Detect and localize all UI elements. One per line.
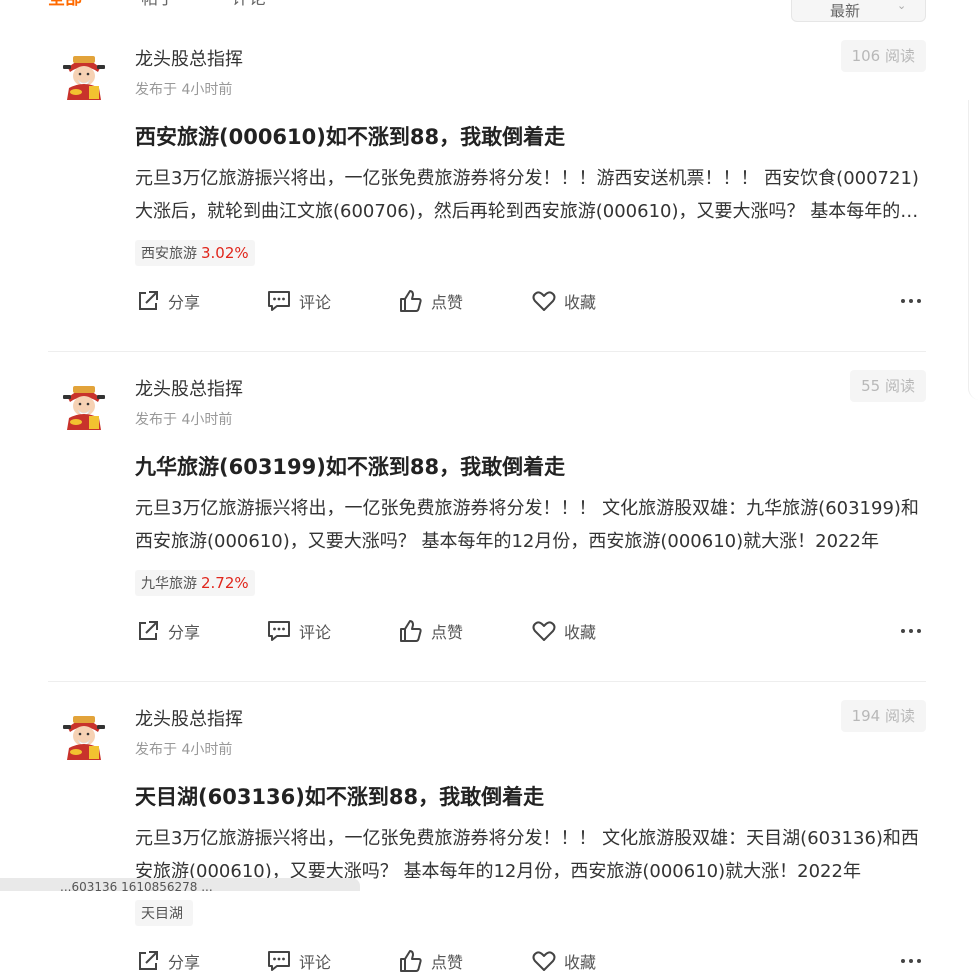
share-icon: [139, 951, 158, 970]
post-excerpt[interactable]: 元旦3万亿旅游振兴将出，一亿张免费旅游券将分发！！！游西安送机票！！！ 西安饮食…: [135, 162, 926, 228]
more-button[interactable]: [896, 616, 926, 646]
share-label: 分享: [168, 953, 201, 972]
author-name[interactable]: 龙头股总指挥: [135, 378, 243, 402]
post-title[interactable]: 西安旅游(000610)如不涨到88，我敢倒着走: [135, 122, 926, 152]
heart-icon: [532, 291, 556, 311]
stock-tag-name: 西安旅游: [141, 246, 197, 262]
tab-posts[interactable]: 帖子: [141, 0, 175, 10]
tab-all[interactable]: 全部: [48, 0, 82, 10]
stock-tag[interactable]: 九华旅游 2.72%: [135, 570, 255, 596]
stock-tag-name: 九华旅游: [141, 576, 197, 592]
thumbs-up-icon: [400, 620, 422, 642]
like-label: 点赞: [431, 953, 464, 972]
favorite-button[interactable]: 收藏: [531, 946, 596, 976]
post-excerpt[interactable]: 元旦3万亿旅游振兴将出，一亿张免费旅游券将分发！！！ 文化旅游股双雄：九华旅游(…: [135, 492, 926, 558]
comment-icon: [268, 621, 290, 641]
comment-button[interactable]: 评论: [266, 286, 331, 316]
like-button[interactable]: 点赞: [398, 946, 463, 976]
favorite-label: 收藏: [564, 623, 597, 642]
post-card: 龙头股总指挥 发布于 4小时前 55 阅读 九华旅游(603199)如不涨到88…: [48, 352, 926, 682]
comment-icon: [268, 951, 290, 971]
like-button[interactable]: 点赞: [398, 616, 463, 646]
share-icon: [139, 621, 158, 640]
comment-label: 评论: [299, 953, 332, 972]
status-overlay-text: ...603136 1610856278 ...: [60, 880, 213, 891]
comment-icon: [268, 291, 290, 311]
comment-label: 评论: [299, 293, 332, 312]
more-dots-icon: [901, 959, 921, 963]
chevron-down-icon: ⌄: [897, 0, 907, 12]
stock-tag-change: 2.72%: [201, 574, 249, 592]
thumbs-up-icon: [400, 950, 422, 972]
tab-comments[interactable]: 评论: [232, 0, 266, 10]
heart-icon: [532, 951, 556, 971]
like-label: 点赞: [431, 623, 464, 642]
read-count-badge: 55 阅读: [850, 370, 926, 402]
more-button[interactable]: [896, 946, 926, 976]
favorite-button[interactable]: 收藏: [531, 616, 596, 646]
post-actions: 分享 评论 点赞 收藏: [135, 286, 926, 316]
thumbs-up-icon: [400, 290, 422, 312]
avatar[interactable]: [56, 378, 112, 434]
author-name[interactable]: 龙头股总指挥: [135, 708, 243, 732]
stock-tag-change: 3.02%: [201, 244, 249, 262]
post-card: 龙头股总指挥 发布于 4小时前 106 阅读 西安旅游(000610)如不涨到8…: [48, 22, 926, 352]
post-feed: 龙头股总指挥 发布于 4小时前 106 阅读 西安旅游(000610)如不涨到8…: [48, 22, 926, 972]
share-icon: [139, 291, 158, 310]
stock-tag[interactable]: 天目湖: [135, 900, 193, 926]
post-actions: 分享 评论 点赞 收藏: [135, 616, 926, 646]
share-label: 分享: [168, 293, 201, 312]
heart-icon: [532, 621, 556, 641]
filter-bar: 全部 帖子 评论 最新 ⌄: [0, 0, 978, 22]
read-count-badge: 106 阅读: [840, 40, 926, 72]
more-button[interactable]: [896, 286, 926, 316]
stock-tag[interactable]: 西安旅游 3.02%: [135, 240, 255, 266]
post-actions: 分享 评论 点赞 收藏: [135, 946, 926, 976]
favorite-button[interactable]: 收藏: [531, 286, 596, 316]
post-title[interactable]: 九华旅游(603199)如不涨到88，我敢倒着走: [135, 452, 926, 482]
sort-dropdown-value: 最新: [830, 2, 861, 20]
more-dots-icon: [901, 629, 921, 633]
post-title[interactable]: 天目湖(603136)如不涨到88，我敢倒着走: [135, 782, 926, 812]
comment-button[interactable]: 评论: [266, 946, 331, 976]
comment-button[interactable]: 评论: [266, 616, 331, 646]
like-button[interactable]: 点赞: [398, 286, 463, 316]
share-button[interactable]: 分享: [135, 616, 200, 646]
post-card: 龙头股总指挥 发布于 4小时前 194 阅读 天目湖(603136)如不涨到88…: [48, 682, 926, 972]
avatar[interactable]: [56, 48, 112, 104]
like-label: 点赞: [431, 293, 464, 312]
comment-label: 评论: [299, 623, 332, 642]
more-dots-icon: [901, 299, 921, 303]
share-button[interactable]: 分享: [135, 286, 200, 316]
author-name[interactable]: 龙头股总指挥: [135, 48, 243, 72]
read-count-badge: 194 阅读: [840, 700, 926, 732]
avatar[interactable]: [56, 708, 112, 764]
share-label: 分享: [168, 623, 201, 642]
sort-dropdown[interactable]: 最新 ⌄: [791, 0, 926, 22]
favorite-label: 收藏: [564, 953, 597, 972]
share-button[interactable]: 分享: [135, 946, 200, 976]
stock-tag-name: 天目湖: [141, 906, 183, 922]
side-panel-edge: [968, 100, 978, 400]
status-overlay: ...603136 1610856278 ...: [0, 878, 360, 891]
favorite-label: 收藏: [564, 293, 597, 312]
post-time: 发布于 4小时前: [135, 82, 233, 98]
post-time: 发布于 4小时前: [135, 412, 233, 428]
post-time: 发布于 4小时前: [135, 742, 233, 758]
